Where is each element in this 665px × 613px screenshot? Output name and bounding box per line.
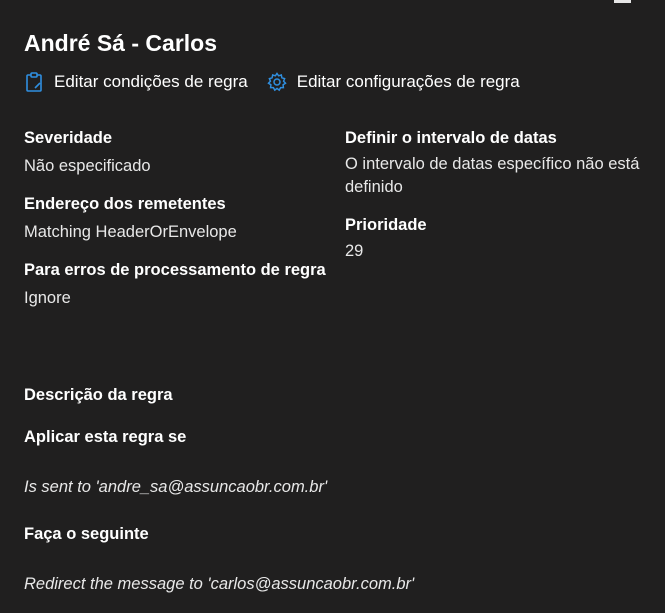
action-toolbar: Editar condições de regra Editar configu… [24,72,520,92]
rule-description-section: Descrição da regra Aplicar esta regra se… [24,384,644,595]
sender-address-field: Endereço dos remetentes Matching HeaderO… [24,193,339,244]
rule-description-heading: Descrição da regra [24,386,173,404]
sender-address-label: Endereço dos remetentes [24,195,226,213]
rule-condition-text: Is sent to 'andre_sa@assuncaobr.com.br' [24,478,328,496]
edit-conditions-label: Editar condições de regra [54,72,248,91]
date-range-value: O intervalo de datas específico não está… [345,155,640,196]
details-right-column: Definir o intervalo de datas O intervalo… [345,127,660,278]
clipboard-icon [24,72,44,92]
apply-if-label: Aplicar esta regra se [24,428,187,446]
processing-errors-label: Para erros de processamento de regra [24,261,326,279]
do-following-label: Faça o seguinte [24,525,149,543]
edit-settings-button[interactable]: Editar configurações de regra [267,72,520,92]
processing-errors-value: Ignore [24,289,71,307]
priority-field: Prioridade 29 [345,214,660,263]
priority-value: 29 [345,242,364,260]
page-title: André Sá - Carlos [24,30,217,56]
date-range-field: Definir o intervalo de datas O intervalo… [345,127,660,199]
edit-settings-label: Editar configurações de regra [296,72,520,91]
severity-field: Severidade Não especificado [24,127,339,178]
gear-icon [267,72,287,92]
severity-value: Não especificado [24,157,151,175]
priority-label: Prioridade [345,216,427,234]
severity-label: Severidade [24,129,113,147]
rule-action-text: Redirect the message to 'carlos@assuncao… [24,575,415,593]
processing-errors-field: Para erros de processamento de regra Ign… [24,259,339,310]
edit-conditions-button[interactable]: Editar condições de regra [24,72,248,92]
close-icon[interactable] [614,0,631,3]
sender-address-value: Matching HeaderOrEnvelope [24,223,237,241]
rule-details-panel: André Sá - Carlos Editar condições de re… [0,0,665,613]
date-range-label: Definir o intervalo de datas [345,129,557,147]
details-left-column: Severidade Não especificado Endereço dos… [24,127,339,325]
